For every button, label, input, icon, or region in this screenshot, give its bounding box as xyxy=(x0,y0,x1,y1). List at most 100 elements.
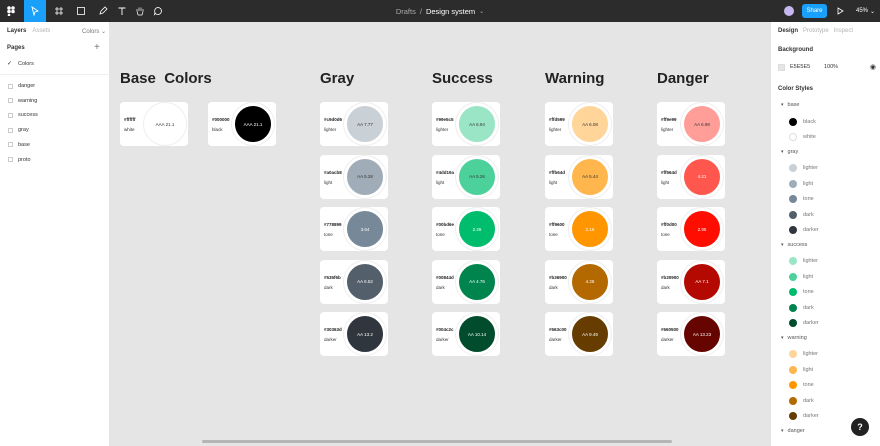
layer-item[interactable]: success xyxy=(8,112,38,118)
color-swatch xyxy=(789,195,797,203)
color-style-item[interactable]: white xyxy=(789,133,816,141)
color-card[interactable]: #663c00 darker AA 9.49 xyxy=(545,312,613,356)
layer-item[interactable]: gray xyxy=(8,127,29,133)
color-style-item[interactable]: light xyxy=(789,365,813,374)
color-swatch xyxy=(789,319,797,327)
color-swatch xyxy=(789,365,797,374)
color-style-item[interactable]: light xyxy=(789,179,813,188)
file-name[interactable]: Design system xyxy=(426,7,475,16)
color-card[interactable]: #535f6b dark AA 6.52 xyxy=(320,259,388,304)
frame-tool-button[interactable] xyxy=(48,0,70,22)
tab-inspect[interactable]: Inspect xyxy=(834,28,853,34)
color-card[interactable]: #00bd6e tone 2.26 xyxy=(432,207,500,251)
color-style-item[interactable]: darker xyxy=(789,226,819,234)
tab-design[interactable]: Design xyxy=(778,28,798,34)
share-button[interactable]: Share xyxy=(802,4,827,18)
color-card[interactable]: #ffb64d light AA 5.44 xyxy=(545,154,613,199)
background-hex-input[interactable]: E5E5E5 xyxy=(790,64,824,70)
color-style-item[interactable]: tone xyxy=(789,195,814,203)
color-card[interactable]: #30363d darker AA 13.2 xyxy=(320,312,388,356)
color-circle: AA 13.23 xyxy=(681,313,723,355)
shape-tool-button[interactable] xyxy=(70,0,92,22)
contrast-label: AA 7.1 xyxy=(695,279,709,284)
color-style-item[interactable]: tone xyxy=(789,288,814,296)
color-style-item[interactable]: black xyxy=(789,117,816,126)
color-swatch xyxy=(789,226,797,234)
color-circle: AA 13.2 xyxy=(344,313,386,355)
layer-item[interactable]: warning xyxy=(8,98,37,104)
color-style-item[interactable]: dark xyxy=(789,396,814,405)
color-card[interactable]: #ff564d light 4.21 xyxy=(657,154,725,199)
background-swatch[interactable] xyxy=(778,63,785,71)
help-button[interactable]: ? xyxy=(851,418,869,436)
add-page-button[interactable]: + xyxy=(94,42,100,53)
layer-item[interactable]: danger xyxy=(8,83,35,89)
color-card[interactable]: #b36900 dark 4.25 xyxy=(545,259,613,304)
layer-item[interactable]: proto xyxy=(8,157,31,163)
canvas[interactable]: Base Colors Gray #c9d0d6 lighter AA 7.77 #a0a… xyxy=(110,22,770,446)
contrast-label: AA 5.44 xyxy=(582,174,598,179)
color-card[interactable]: #778899 tone 3.64 xyxy=(320,207,388,251)
caret-down-icon: ▾ xyxy=(781,334,784,341)
color-card[interactable]: #a0acb8 light AA 5.28 xyxy=(320,154,388,199)
style-group-warning[interactable]: ▾ warning xyxy=(781,335,807,341)
zoom-dropdown[interactable]: 45% ⌄ xyxy=(856,0,875,22)
color-card[interactable]: #00844d dark AA 4.76 xyxy=(432,259,500,304)
horizontal-scrollbar[interactable] xyxy=(202,440,672,443)
style-group-danger[interactable]: ▾ danger xyxy=(781,428,805,434)
style-group-success[interactable]: ▾ success xyxy=(781,242,807,248)
color-card[interactable]: #c9d0d6 lighter AA 7.77 xyxy=(320,102,388,146)
move-tool-button[interactable] xyxy=(24,0,46,22)
breadcrumb-separator: / xyxy=(419,6,422,16)
tab-layers[interactable]: Layers xyxy=(7,28,26,34)
color-card[interactable]: #ff9600 tone 2.15 xyxy=(545,207,613,251)
color-style-item[interactable]: light xyxy=(789,272,813,281)
style-group-base[interactable]: ▾ base xyxy=(781,102,799,108)
style-group-gray[interactable]: ▾ gray xyxy=(781,149,798,155)
contrast-label: 4.25 xyxy=(585,279,595,284)
hand-tool-button[interactable] xyxy=(132,0,148,22)
comment-tool-button[interactable] xyxy=(150,0,166,22)
color-style-item[interactable]: dark xyxy=(789,303,814,312)
color-card[interactable]: #660500 darker AA 13.23 xyxy=(657,312,725,356)
eye-icon[interactable]: ◉ xyxy=(870,63,876,71)
background-heading: Background xyxy=(778,47,814,53)
color-circle: 4.25 xyxy=(569,260,611,303)
color-circle: 2.26 xyxy=(456,208,498,250)
color-card[interactable]: #000000 black AAA 21.1 xyxy=(208,102,276,146)
avatar[interactable] xyxy=(784,6,794,16)
color-card[interactable]: #b30900 dark AA 7.1 xyxy=(657,259,725,304)
background-opacity-input[interactable]: 100% xyxy=(824,64,870,70)
color-style-label: tone xyxy=(803,196,814,202)
color-style-item[interactable]: darker xyxy=(789,412,819,420)
color-style-item[interactable]: lighter xyxy=(789,350,818,358)
color-card[interactable]: #99e5c5 lighter AA 6.94 xyxy=(432,102,500,146)
page-dropdown[interactable]: Colors ⌄ xyxy=(82,28,106,35)
color-card[interactable]: #004c2c darker AA 10.14 xyxy=(432,312,500,356)
main-menu-button[interactable] xyxy=(0,0,22,22)
color-circle: AAA 21.1 xyxy=(144,103,186,145)
text-tool-button[interactable] xyxy=(114,0,130,22)
color-card[interactable]: #ff9e99 lighter AA 6.98 xyxy=(657,102,725,146)
pen-tool-button[interactable] xyxy=(92,0,114,22)
page-item-colors[interactable]: ✓ Colors xyxy=(7,60,34,68)
color-card[interactable]: #ffffff white AAA 21.1 xyxy=(120,102,188,146)
color-name: tone xyxy=(549,232,558,237)
tab-prototype[interactable]: Prototype xyxy=(803,28,829,34)
color-card[interactable]: #4dd19a light AA 5.26 xyxy=(432,154,500,199)
color-style-item[interactable]: dark xyxy=(789,210,814,219)
present-button[interactable] xyxy=(834,0,846,22)
color-card[interactable]: #ff0d00 tone 2.95 xyxy=(657,207,725,251)
breadcrumb-parent[interactable]: Drafts xyxy=(396,7,416,16)
color-card[interactable]: #ffd599 lighter AA 6.08 xyxy=(545,102,613,146)
page-dropdown-label: Colors xyxy=(82,29,100,35)
color-swatch xyxy=(789,412,797,420)
tab-assets[interactable]: Assets xyxy=(32,28,50,34)
color-style-label: lighter xyxy=(803,165,818,171)
chevron-down-icon[interactable]: ⌄ xyxy=(479,8,484,15)
color-style-item[interactable]: tone xyxy=(789,381,814,389)
color-style-item[interactable]: lighter xyxy=(789,257,818,265)
layer-item[interactable]: base xyxy=(8,142,30,148)
color-style-item[interactable]: lighter xyxy=(789,164,818,172)
color-style-item[interactable]: darker xyxy=(789,319,819,327)
